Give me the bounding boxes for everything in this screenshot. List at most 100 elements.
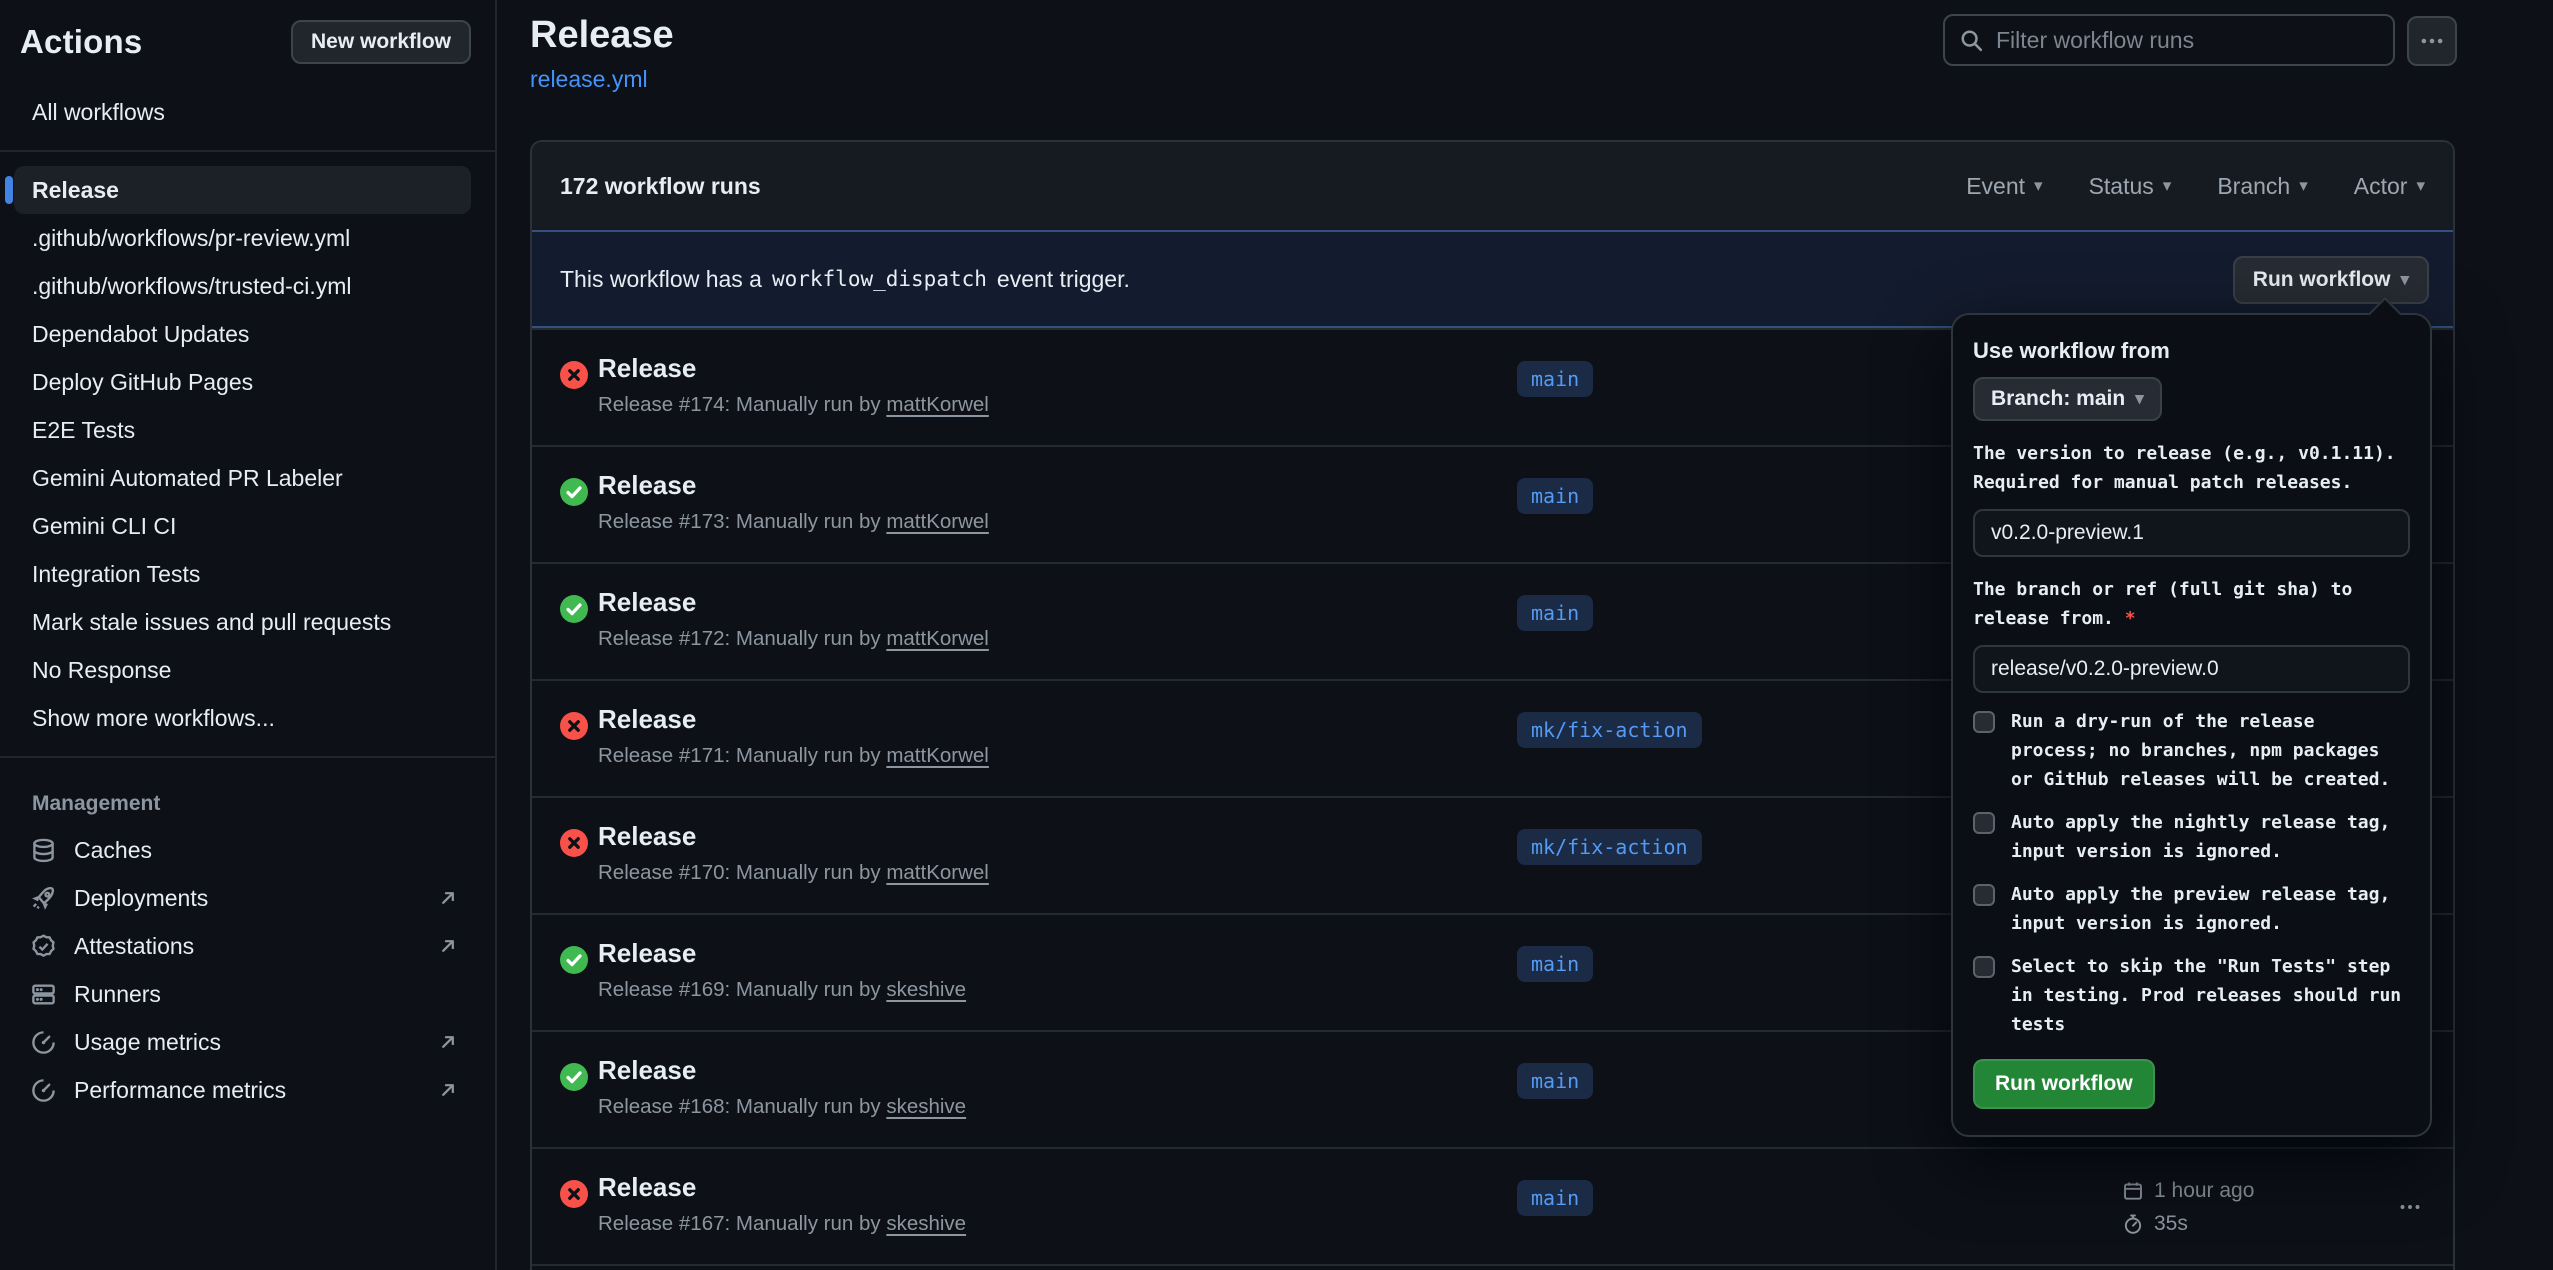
sidebar-item-label: Dependabot Updates [32,321,249,348]
run-description: Release #171: Manually run by mattKorwel [598,744,989,768]
filter-dropdown[interactable]: Status ▾ [2089,173,2172,200]
sidebar-divider [0,150,495,152]
sidebar-item-workflow[interactable]: Gemini Automated PR Labeler [14,454,471,502]
branch-badge[interactable]: main [1517,1180,1593,1216]
sidebar-item-management[interactable]: Runners [0,970,495,1018]
sidebar-item-workflow[interactable]: No Response [14,646,471,694]
sidebar-item-label: Gemini CLI CI [32,513,176,540]
filter-dropdown[interactable]: Branch ▾ [2217,173,2307,200]
run-description: Release #174: Manually run by mattKorwel [598,393,989,417]
version-input[interactable] [1973,509,2410,557]
filter-dropdown[interactable]: Actor ▾ [2354,173,2425,200]
sidebar-item-workflow[interactable]: Mark stale issues and pull requests [14,598,471,646]
run-title[interactable]: Release [598,353,696,384]
filter-workflow-runs-input[interactable] [1996,27,2379,54]
sidebar-item-workflow[interactable]: Deploy GitHub Pages [14,358,471,406]
filter-dropdown[interactable]: Event ▾ [1966,173,2042,200]
branch-badge[interactable]: mk/fix-action [1517,829,1702,865]
branch-badge[interactable]: main [1517,595,1593,631]
run-actor-link[interactable]: mattKorwel [886,627,989,650]
sidebar-item-label: Integration Tests [32,561,200,588]
run-actor-link[interactable]: skeshive [886,1095,966,1118]
branch-badge[interactable]: main [1517,946,1593,982]
sidebar-item-management[interactable]: Attestations [0,922,495,970]
checkbox[interactable] [1973,884,1995,906]
run-actor-link[interactable]: skeshive [886,1212,966,1235]
sidebar-item-management[interactable]: Performance metrics [0,1066,495,1114]
chevron-down-icon: ▾ [2135,389,2144,409]
run-workflow-submit-button[interactable]: Run workflow [1973,1059,2155,1109]
run-options-kebab-button[interactable] [2390,1189,2430,1225]
run-title[interactable]: Release [598,821,696,852]
chevron-down-icon: ▾ [2416,176,2425,196]
run-workflow-dropdown-button[interactable]: Run workflow ▾ [2233,256,2429,304]
checkbox[interactable] [1973,812,1995,834]
sidebar-item-label: Attestations [74,933,437,960]
management-heading: Management [0,772,495,826]
run-title[interactable]: Release [598,470,696,501]
sidebar-item-workflow[interactable]: .github/workflows/trusted-ci.yml [14,262,471,310]
runs-count: 172 workflow runs [560,173,761,200]
run-title[interactable]: Release [598,704,696,735]
run-actor-link[interactable]: mattKorwel [886,861,989,884]
sidebar-item-workflow[interactable]: Gemini CLI CI [14,502,471,550]
run-actor-link[interactable]: mattKorwel [886,744,989,767]
checkbox-row: Select to skip the "Run Tests" step in t… [1973,952,2410,1039]
run-actor-link[interactable]: skeshive [886,978,966,1001]
kebab-horizontal-icon [2398,1195,2422,1219]
workflow-options-kebab-button[interactable] [2407,16,2457,66]
branch-badge[interactable]: main [1517,361,1593,397]
run-description: Release #170: Manually run by mattKorwel [598,861,989,885]
sidebar-item-workflow[interactable]: Dependabot Updates [14,310,471,358]
sidebar-item-label: .github/workflows/pr-review.yml [32,225,350,252]
checkbox-label: Run a dry-run of the release process; no… [2011,707,2410,794]
workflow-run-row[interactable]: Release Release #167: Manually run by sk… [532,1147,2453,1264]
branch-badge[interactable]: main [1517,478,1593,514]
sidebar-item-management[interactable]: Usage metrics [0,1018,495,1066]
branch-badge[interactable]: mk/fix-action [1517,712,1702,748]
run-title[interactable]: Release [598,938,696,969]
run-description-text: Release #167: Manually run by [598,1212,881,1235]
checkbox-row: Auto apply the nightly release tag, inpu… [1973,808,2410,866]
sidebar-item-workflow[interactable]: Integration Tests [14,550,471,598]
checkbox-row: Auto apply the preview release tag, inpu… [1973,880,2410,938]
run-title[interactable]: Release [598,1172,696,1203]
run-title[interactable]: Release [598,1055,696,1086]
filter-workflow-runs-box [1943,14,2395,66]
sidebar-item-workflow[interactable]: .github/workflows/pr-review.yml [14,214,471,262]
branch-select-button[interactable]: Branch: main ▾ [1973,377,2162,421]
new-workflow-button[interactable]: New workflow [291,20,471,64]
kebab-horizontal-icon [2419,28,2445,54]
sidebar-item-label: Runners [74,981,459,1008]
sidebar-item-workflow[interactable]: Show more workflows... [14,694,471,742]
run-actor-link[interactable]: mattKorwel [886,393,989,416]
run-title[interactable]: Release [598,587,696,618]
sidebar-item-management[interactable]: Caches [0,826,495,874]
sidebar-divider [0,756,495,758]
sidebar-item-label: E2E Tests [32,417,135,444]
ref-input[interactable] [1973,645,2410,693]
checkbox[interactable] [1973,956,1995,978]
sidebar-item-label: .github/workflows/trusted-ci.yml [32,273,352,300]
workflow-file-link[interactable]: release.yml [530,66,648,93]
run-meta: 1 hour ago 35s [2122,1174,2254,1240]
run-workflow-dropdown-label: Run workflow [2253,268,2391,292]
sidebar-item-label: Performance metrics [74,1077,437,1104]
sidebar-item-label: Caches [74,837,459,864]
calendar-icon [2122,1180,2144,1202]
sidebar-item-management[interactable]: Deployments [0,874,495,922]
sidebar-title: Actions [20,23,142,61]
run-description-text: Release #168: Manually run by [598,1095,881,1118]
branch-badge[interactable]: main [1517,1063,1593,1099]
external-link-icon [437,935,459,957]
sidebar-item-workflow[interactable]: E2E Tests [14,406,471,454]
run-description-text: Release #173: Manually run by [598,510,881,533]
ref-input-label-text: The branch or ref (full git sha) to rele… [1973,579,2352,629]
run-description-text: Release #171: Manually run by [598,744,881,767]
run-description-text: Release #172: Manually run by [598,627,881,650]
sidebar-item-label: Show more workflows... [32,705,275,732]
sidebar-item-all-workflows[interactable]: All workflows [14,88,471,136]
checkbox[interactable] [1973,711,1995,733]
run-actor-link[interactable]: mattKorwel [886,510,989,533]
sidebar-item-workflow[interactable]: Release [14,166,471,214]
